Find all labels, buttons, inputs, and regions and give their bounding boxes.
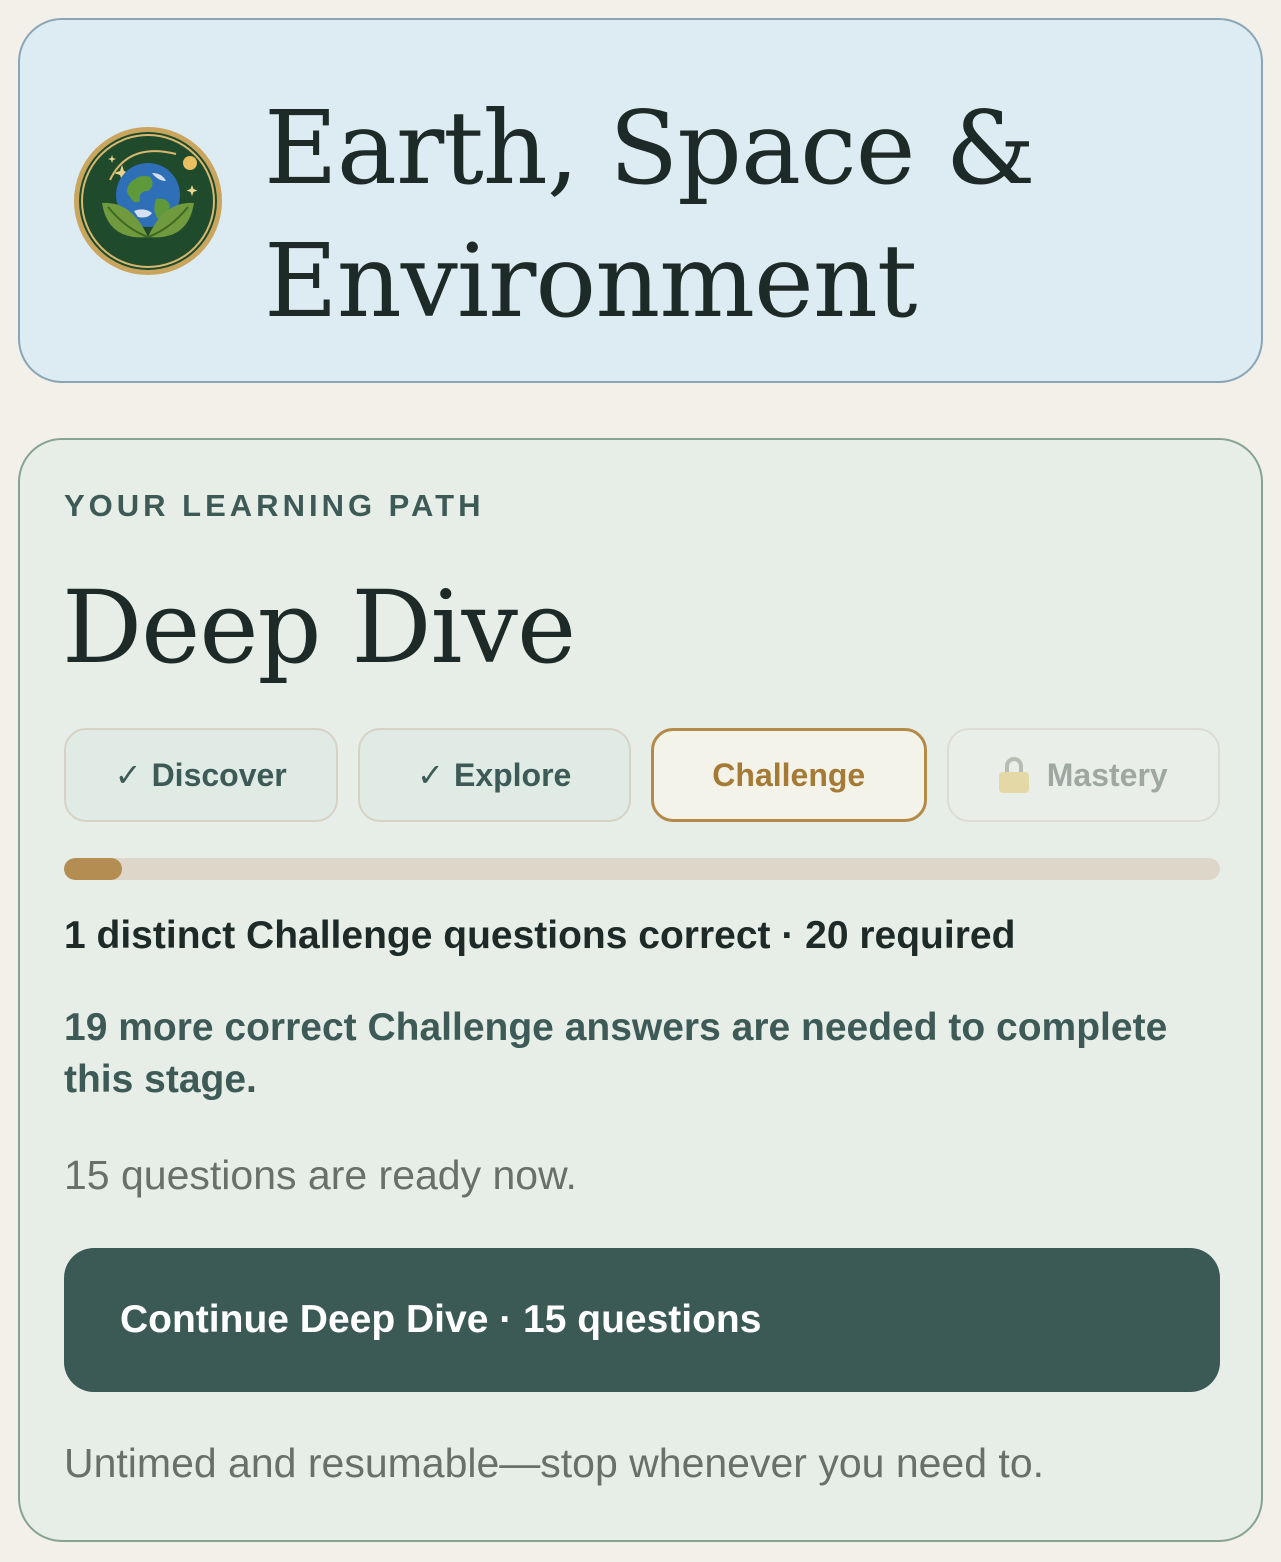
questions-ready-text: 15 questions are ready now. xyxy=(64,1152,577,1198)
learning-path-eyebrow: YOUR LEARNING PATH xyxy=(64,488,485,523)
stage-label: Mastery xyxy=(1046,756,1168,793)
learning-path-card: YOUR LEARNING PATH Deep Dive ✓ Discover … xyxy=(18,438,1263,1542)
subject-title: Earth, Space & Environment xyxy=(264,89,1035,340)
stage-label: Challenge xyxy=(712,756,866,793)
stage-discover[interactable]: ✓ Discover xyxy=(64,728,338,822)
stage-progress-bar xyxy=(64,858,1220,880)
stage-progress-fill xyxy=(64,858,122,880)
stage-list: ✓ Discover ✓ Explore Challenge Mastery xyxy=(64,728,1220,822)
stage-challenge[interactable]: Challenge xyxy=(651,728,927,822)
stage-label: Discover xyxy=(151,756,287,793)
learning-path-title: Deep Dive xyxy=(62,569,576,686)
lock-icon xyxy=(998,757,1029,793)
stage-label: Explore xyxy=(453,756,572,793)
correct-count-text: 1 distinct Challenge questions correct ·… xyxy=(64,914,1016,957)
checkmark-icon: ✓ xyxy=(114,757,142,793)
earth-leaves-badge-icon xyxy=(74,127,222,275)
checkmark-icon: ✓ xyxy=(417,757,444,793)
continue-deep-dive-button[interactable]: Continue Deep Dive · 15 questions xyxy=(64,1248,1220,1392)
remaining-needed-text: 19 more correct Challenge answers are ne… xyxy=(64,1006,1168,1101)
subject-header: Earth, Space & Environment xyxy=(18,18,1263,383)
stage-mastery[interactable]: Mastery xyxy=(946,728,1220,822)
untimed-footnote: Untimed and resumable—stop whenever you … xyxy=(64,1440,1045,1486)
stage-explore[interactable]: ✓ Explore xyxy=(357,728,631,822)
